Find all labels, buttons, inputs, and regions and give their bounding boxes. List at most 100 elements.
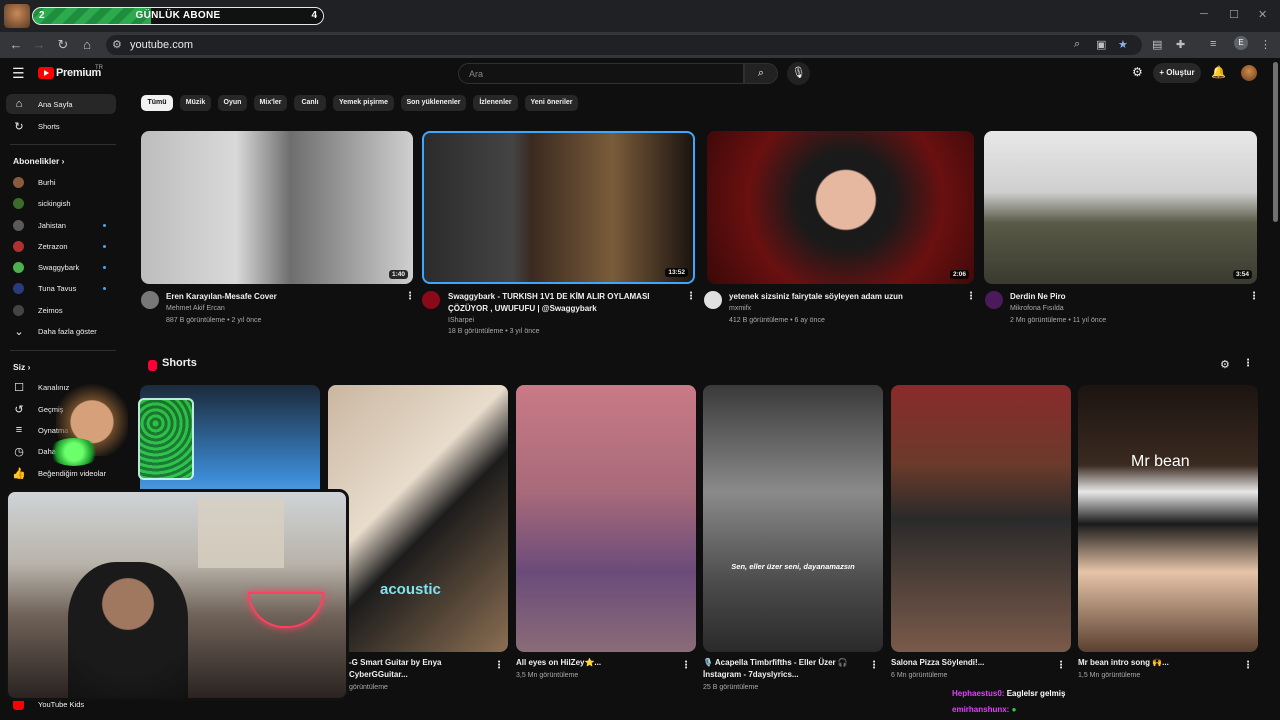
channel-avatar (13, 283, 24, 294)
short-thumbnail[interactable]: Sen, eller üzer seni, dayanamazsın (703, 385, 883, 652)
youtube-logo-icon[interactable] (38, 67, 54, 79)
more-actions-icon[interactable]: ⋮ (1249, 291, 1259, 302)
you-heading[interactable]: Siz › (13, 362, 30, 372)
shorts-more-icon[interactable]: ⋮ (1243, 358, 1253, 369)
forward-icon[interactable]: → (31, 37, 47, 52)
notifications-bell-icon[interactable]: 🔔 (1211, 65, 1226, 79)
sidebar-item-shorts[interactable]: ↻ Shorts (6, 116, 116, 136)
subscriber-goal-bar: 2 GÜNLÜK ABONE 4 (32, 7, 324, 25)
browser-profile-avatar[interactable]: E (1234, 36, 1248, 50)
chip-new-to-you[interactable]: Yeni öneriler (525, 95, 578, 111)
sidebar-item-home[interactable]: ⌂ Ana Sayfa (6, 94, 116, 114)
chip-all[interactable]: Tümü (141, 95, 173, 111)
subscriptions-heading[interactable]: Abonelikler › (13, 156, 65, 166)
chip-gaming[interactable]: Oyun (218, 95, 247, 111)
sidebar-item-label: Swaggybark (38, 263, 80, 272)
video-thumbnail[interactable]: 3:54 (984, 131, 1257, 284)
short-thumbnail[interactable] (516, 385, 696, 652)
install-app-icon[interactable]: ▣ (1096, 38, 1106, 51)
create-button[interactable]: + Oluştur (1153, 63, 1201, 83)
clover-jar-sticker (138, 398, 194, 480)
minimize-icon[interactable]: ─ (1200, 8, 1208, 20)
short-more-icon[interactable]: ⋮ (1056, 660, 1066, 671)
short-title-line2[interactable]: CyberGGuitar... (349, 670, 408, 679)
like-icon: 👍 (12, 468, 26, 480)
account-avatar[interactable] (1241, 65, 1257, 81)
video-title[interactable]: Eren Karayılan-Mesafe Cover (166, 291, 277, 302)
site-info-icon[interactable]: ⚙ (112, 38, 122, 51)
chat-username: emirhanshunx: (952, 705, 1010, 714)
short-title[interactable]: Mr bean intro song 🙌... (1078, 658, 1169, 667)
browser-menu-icon[interactable]: ⋮ (1260, 38, 1271, 51)
video-title[interactable]: Swaggybark - TURKISH 1V1 DE KİM ALIR OYL… (448, 291, 650, 302)
cast-icon[interactable]: ⚙ (1132, 65, 1143, 79)
chip-mixes[interactable]: Mix'ler (254, 95, 287, 111)
duration-badge: 1:40 (388, 270, 408, 279)
short-overlay-text: acoustic (380, 581, 441, 598)
short-thumbnail[interactable]: acoustic (328, 385, 508, 652)
sidebar-item-subscription[interactable]: Zeimos (6, 300, 116, 320)
sidebar-item-subscription[interactable]: Zetrazon (6, 236, 116, 256)
channel-avatar[interactable] (422, 291, 440, 309)
short-title[interactable]: Salona Pizza Söylendi!... (891, 658, 984, 667)
reload-icon[interactable]: ↻ (55, 37, 71, 53)
more-actions-icon[interactable]: ⋮ (686, 291, 696, 302)
short-title[interactable]: -G Smart Guitar by Enya (349, 658, 441, 667)
short-title[interactable]: 🎙️ Acapella Timbrfifths - Eller Üzer 🎧 (703, 658, 848, 667)
channel-name[interactable]: ISharpei (448, 317, 474, 324)
chip-cooking[interactable]: Yemek pişirme (333, 95, 394, 111)
short-more-icon[interactable]: ⋮ (869, 660, 879, 671)
more-actions-icon[interactable]: ⋮ (405, 291, 415, 302)
chip-watched[interactable]: İzlenenler (473, 95, 518, 111)
channel-avatar (13, 198, 24, 209)
sidebar-item-liked[interactable]: 👍 Beğendiğim videolar (6, 463, 116, 483)
channel-avatar[interactable] (704, 291, 722, 309)
chip-live[interactable]: Canlı (294, 95, 326, 111)
sidebar-item-subscription[interactable]: Swaggybark (6, 257, 116, 277)
video-title[interactable]: yetenek sizsiniz fairytale söyleyen adam… (729, 291, 903, 302)
search-button[interactable]: ⌕ (744, 63, 778, 84)
video-thumbnail[interactable]: 2:06 (707, 131, 974, 284)
duration-badge: 13:52 (665, 268, 688, 277)
zoom-icon[interactable]: ⌕ (1074, 38, 1080, 51)
show-more-button[interactable]: ⌄ Daha fazla göster (6, 321, 116, 341)
chip-music[interactable]: Müzik (180, 95, 211, 111)
sidebar-item-subscription[interactable]: Burhi (6, 172, 116, 192)
voice-search-button[interactable]: 🎙 (787, 62, 810, 85)
search-input[interactable]: Ara (458, 63, 744, 84)
channel-avatar[interactable] (985, 291, 1003, 309)
bookmark-star-icon[interactable]: ★ (1118, 38, 1128, 51)
screenshot-icon[interactable]: ▤ (1152, 38, 1162, 51)
short-title-line2[interactable]: İnstagram - 7dayslyrics... (703, 670, 799, 679)
back-icon[interactable]: ← (8, 37, 24, 52)
video-thumbnail[interactable]: 13:52 (422, 131, 695, 284)
address-bar[interactable]: ⚙ youtube.com ⌕ ▣ ★ (106, 35, 1142, 55)
close-window-icon[interactable]: ✕ (1258, 8, 1267, 21)
guide-menu-icon[interactable]: ☰ (12, 65, 25, 82)
channel-avatar[interactable] (141, 291, 159, 309)
short-more-icon[interactable]: ⋮ (494, 660, 504, 671)
short-thumbnail[interactable]: Mr bean (1078, 385, 1258, 652)
video-thumbnail[interactable]: 1:40 (141, 131, 413, 284)
more-actions-icon[interactable]: ⋮ (966, 291, 976, 302)
shorts-feedback-icon[interactable]: ⚙ (1220, 358, 1230, 371)
page-scrollbar[interactable] (1273, 62, 1278, 222)
video-title-line2[interactable]: ÇÖZÜYOR , UWUFUFU | @Swaggybark (448, 303, 597, 314)
short-title[interactable]: All eyes on HilZey⭐... (516, 658, 601, 667)
short-thumbnail[interactable] (891, 385, 1071, 652)
short-more-icon[interactable]: ⋮ (681, 660, 691, 671)
shorts-icon: ↻ (14, 121, 24, 133)
video-title[interactable]: Derdin Ne Piro (1010, 291, 1066, 302)
reading-list-icon[interactable]: ≡ (1210, 38, 1216, 50)
sidebar-item-subscription[interactable]: sickingish (6, 193, 116, 213)
maximize-icon[interactable]: ☐ (1229, 8, 1239, 21)
channel-name[interactable]: mxmifx (729, 305, 751, 312)
channel-name[interactable]: Mehmet Akif Ercan (166, 305, 225, 312)
sidebar-item-subscription[interactable]: Tuna Tavus (6, 278, 116, 298)
sidebar-item-subscription[interactable]: Jahistan (6, 215, 116, 235)
channel-name[interactable]: Mikrofona Fısılda (1010, 305, 1064, 312)
extensions-icon[interactable]: ✚ (1176, 38, 1185, 51)
home-browser-icon[interactable]: ⌂ (79, 37, 95, 52)
short-more-icon[interactable]: ⋮ (1243, 660, 1253, 671)
chip-recently-uploaded[interactable]: Son yüklenenler (401, 95, 466, 111)
